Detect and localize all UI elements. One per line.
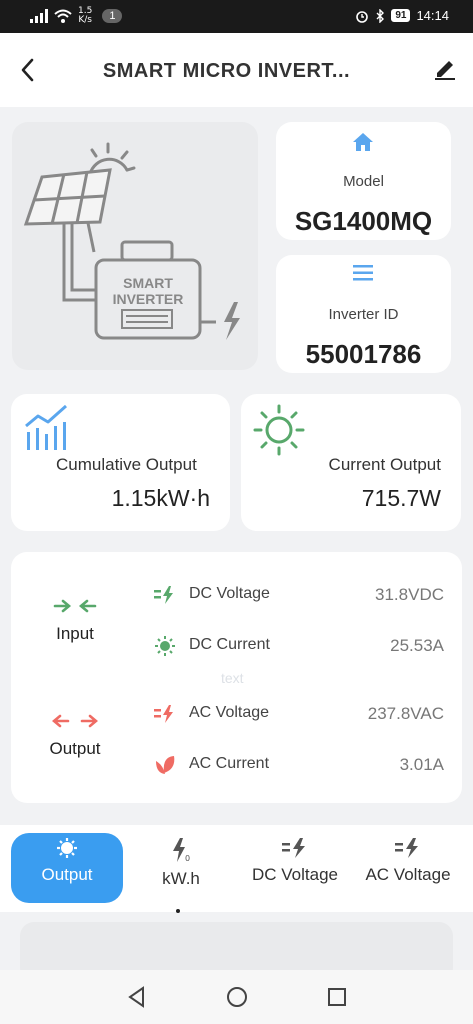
input-group: Input	[44, 598, 106, 644]
parameters-card: Input Output DC Voltage 31.8VDC DC Curre…	[11, 552, 462, 803]
dc-current-row: DC Current 25.53A	[154, 634, 444, 658]
current-output-value: 715.7W	[361, 485, 441, 511]
menu-lines-icon	[353, 265, 373, 281]
ac-current-label: AC Current	[189, 755, 270, 772]
inverter-box-icon: SMART INVERTER	[94, 240, 216, 340]
cumulative-output-card: Cumulative Output 1.15kW·h	[11, 394, 230, 531]
edit-pencil-icon[interactable]	[433, 57, 457, 81]
alarm-icon	[356, 10, 369, 23]
signal-icon	[30, 9, 48, 23]
wifi-icon	[54, 9, 72, 23]
chart-tab-bar: Output 0 kW.h DC Voltage AC Voltage	[0, 825, 473, 912]
app-header: SMART MICRO INVERT...	[0, 33, 473, 107]
ac-voltage-label: AC Voltage	[189, 704, 270, 721]
model-label: Model	[343, 173, 384, 190]
cumulative-output-label: Cumulative Output	[56, 455, 197, 474]
nav-home-icon[interactable]	[225, 985, 249, 1009]
voltage-icon	[395, 838, 418, 858]
dc-voltage-value: 31.8VDC	[375, 585, 444, 604]
solar-inverter-illustration: SMART INVERTER	[23, 142, 240, 340]
scroll-indicator-dot	[176, 909, 180, 913]
solar-panel-icon	[23, 168, 112, 253]
model-card: Model SG1400MQ	[276, 122, 451, 240]
ac-voltage-row: AC Voltage 237.8VAC	[154, 702, 444, 726]
tab-output-label: Output	[41, 865, 93, 884]
tab-dc-voltage[interactable]: DC Voltage	[244, 833, 346, 903]
sun-current-icon	[155, 636, 175, 656]
tab-kwh-label: kW.h	[162, 869, 200, 888]
bluetooth-icon	[376, 8, 385, 23]
output-label: Output	[49, 739, 101, 758]
ac-current-value: 3.01A	[399, 755, 444, 774]
tab-kwh[interactable]: 0 kW.h	[135, 833, 227, 903]
system-nav-bar	[0, 970, 473, 1024]
output-group: Output	[41, 713, 109, 759]
ac-current-row: AC Current 3.01A	[154, 753, 444, 777]
tab-output[interactable]: Output	[11, 833, 123, 903]
voltage-icon	[154, 705, 173, 723]
input-arrows-icon	[53, 599, 97, 613]
back-arrow-icon[interactable]	[18, 57, 38, 83]
bar-chart-icon	[25, 404, 67, 450]
inverter-id-label: Inverter ID	[328, 306, 399, 323]
battery-indicator: 91	[391, 9, 411, 22]
dc-current-value: 25.53A	[390, 636, 444, 655]
voltage-icon	[282, 838, 305, 858]
input-label: Input	[56, 624, 94, 643]
device-illustration-card: SMART INVERTER	[12, 122, 258, 370]
placeholder-text: text	[221, 670, 244, 686]
dc-current-label: DC Current	[189, 636, 270, 653]
gear-sun-icon	[57, 838, 77, 858]
illustration-label-1: SMART	[123, 275, 173, 291]
inverter-id-card: Inverter ID 55001786	[276, 255, 451, 373]
nav-recents-icon[interactable]	[325, 985, 349, 1009]
model-value: SG1400MQ	[294, 206, 433, 236]
voltage-icon	[154, 586, 173, 604]
illustration-label-2: INVERTER	[113, 291, 184, 307]
current-output-label: Current Output	[328, 455, 441, 474]
current-output-card: Current Output 715.7W	[241, 394, 461, 531]
sun-icon	[253, 404, 305, 456]
dc-voltage-label: DC Voltage	[189, 585, 270, 602]
tab-ac-voltage[interactable]: AC Voltage	[357, 833, 459, 903]
energy-icon: 0	[173, 838, 190, 863]
output-arrows-icon	[52, 714, 98, 728]
inverter-id-value: 55001786	[305, 339, 422, 369]
cumulative-output-value: 1.15kW·h	[111, 485, 210, 511]
status-bar: 1.5 K/s 1 91 14:14	[0, 0, 473, 33]
nav-back-icon[interactable]	[125, 985, 149, 1009]
clock: 14:14	[416, 8, 449, 23]
leaf-icon	[156, 756, 175, 774]
tab-dc-voltage-label: DC Voltage	[252, 865, 338, 884]
svg-text:0: 0	[185, 854, 190, 863]
tab-ac-voltage-label: AC Voltage	[365, 865, 451, 884]
net-speed: 1.5 K/s	[78, 6, 93, 25]
ac-voltage-value: 237.8VAC	[367, 704, 444, 723]
sun-icon	[88, 142, 136, 176]
lightning-icon	[224, 302, 240, 340]
notification-badge: 1	[102, 9, 123, 23]
home-icon	[353, 133, 373, 151]
dc-voltage-row: DC Voltage 31.8VDC	[154, 583, 444, 607]
page-title: SMART MICRO INVERT...	[102, 60, 351, 82]
